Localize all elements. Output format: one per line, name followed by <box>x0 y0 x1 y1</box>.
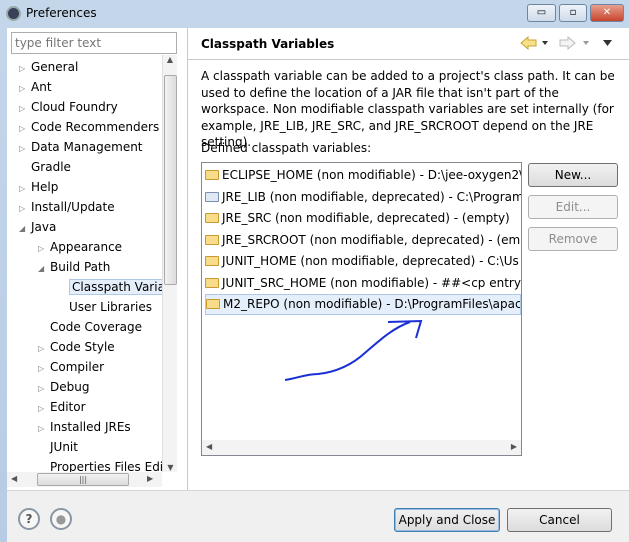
tree-item-label: Installed JREs <box>50 420 131 434</box>
collapsed-chevron-icon[interactable]: ▷ <box>19 199 31 219</box>
record-icon[interactable]: ● <box>50 508 72 530</box>
tree-item-label: Debug <box>50 380 90 394</box>
preferences-navigation: ▷General▷Ant▷Cloud Foundry▷Code Recommen… <box>7 28 187 490</box>
cancel-button[interactable]: Cancel <box>507 508 612 532</box>
tree-item-label: Data Management <box>31 140 143 154</box>
dialog-content: ▷General▷Ant▷Cloud Foundry▷Code Recommen… <box>7 28 629 542</box>
tree-item[interactable]: Properties Files Editor <box>38 457 162 472</box>
tree-item[interactable]: Gradle <box>19 157 71 177</box>
tree-item-label: Gradle <box>31 160 71 174</box>
tree-item-label: Code Recommenders <box>31 120 160 134</box>
collapsed-chevron-icon[interactable]: ▷ <box>19 79 31 99</box>
tree-item[interactable]: ▷ Data Management <box>19 137 143 157</box>
minimize-button[interactable]: ▭ <box>527 4 556 22</box>
collapsed-chevron-icon[interactable]: ▷ <box>38 359 50 379</box>
title-bar: Preferences ▭ ▫ ✕ <box>0 0 629 28</box>
tree-item-label: Install/Update <box>31 200 115 214</box>
tree-item-label: Build Path <box>50 260 111 274</box>
tree-item[interactable]: ▷ Ant <box>19 77 52 97</box>
tree-item[interactable]: Code Coverage <box>38 317 142 337</box>
scroll-thumb[interactable]: ||| <box>37 473 129 486</box>
dialog-footer: ? ● Apply and Close Cancel <box>7 490 629 542</box>
tree-vertical-scrollbar[interactable]: ▲ ▼ <box>162 55 177 472</box>
collapsed-chevron-icon[interactable]: ▷ <box>38 399 50 419</box>
tree-item[interactable]: ◢ Build Path <box>38 257 110 277</box>
tree-item[interactable]: ▷ Installed JREs <box>38 417 131 437</box>
tree-item-label: Appearance <box>50 240 123 254</box>
collapsed-chevron-icon[interactable]: ▷ <box>38 239 50 259</box>
tree-item-label: Cloud Foundry <box>31 100 118 114</box>
preferences-tree: ▷ General ▷ Ant ▷ Cloud Foundry ▷ Code Recommen… <box>7 57 162 472</box>
tree-item[interactable]: ▷ Code Recommenders <box>19 117 159 137</box>
expanded-chevron-icon[interactable]: ◢ <box>19 219 31 239</box>
tree-item[interactable]: ▷ Debug <box>38 377 89 397</box>
scroll-down-icon[interactable]: ▼ <box>163 463 178 472</box>
tree-item-label: General <box>31 60 79 74</box>
scroll-thumb[interactable] <box>164 75 177 285</box>
tree-item-label: Compiler <box>50 360 105 374</box>
tree-item-label: User Libraries <box>69 300 152 314</box>
tree-item[interactable]: ◢ Java <box>19 217 56 237</box>
tree-item[interactable]: ▷ Editor <box>38 397 86 417</box>
scroll-right-icon[interactable]: ▶ <box>147 474 153 483</box>
tree-item[interactable]: JUnit <box>38 437 78 457</box>
tree-item[interactable]: Classpath Variables <box>57 277 162 297</box>
tree-item-label: Classpath Variables <box>69 279 162 295</box>
collapsed-chevron-icon[interactable]: ▷ <box>38 419 50 439</box>
tree-item-label: Help <box>31 180 59 194</box>
expanded-chevron-icon[interactable]: ◢ <box>38 259 50 279</box>
close-button[interactable]: ✕ <box>590 4 624 22</box>
collapsed-chevron-icon[interactable]: ▷ <box>19 139 31 159</box>
collapsed-chevron-icon[interactable]: ▷ <box>19 99 31 119</box>
preference-page: Classpath Variables A classpath variable… <box>188 28 629 490</box>
tree-item[interactable]: ▷ Appearance <box>38 237 122 257</box>
collapsed-chevron-icon[interactable]: ▷ <box>38 339 50 359</box>
apply-and-close-button[interactable]: Apply and Close <box>394 508 500 532</box>
tree-item[interactable]: ▷ Compiler <box>38 357 104 377</box>
filter-input[interactable] <box>11 32 177 54</box>
tree-item[interactable]: ▷ Cloud Foundry <box>19 97 118 117</box>
tree-item-label: Code Style <box>50 340 115 354</box>
tree-item-label: Editor <box>50 400 86 414</box>
collapsed-chevron-icon[interactable]: ▷ <box>38 379 50 399</box>
tree-item[interactable]: ▷ General <box>19 57 78 77</box>
tree-horizontal-scrollbar[interactable]: ◀ ||| ▶ <box>7 472 162 487</box>
tree-item-label: Code Coverage <box>50 320 143 334</box>
tree-item-label: JUnit <box>50 440 78 454</box>
collapsed-chevron-icon[interactable]: ▷ <box>19 119 31 139</box>
tree-item[interactable]: User Libraries <box>57 297 152 317</box>
maximize-button[interactable]: ▫ <box>559 4 587 22</box>
scroll-up-icon[interactable]: ▲ <box>163 55 177 64</box>
window-title: Preferences <box>26 6 97 20</box>
collapsed-chevron-icon[interactable]: ▷ <box>19 179 31 199</box>
tree-item-label: Java <box>31 220 57 234</box>
tree-item[interactable]: ▷ Code Style <box>38 337 115 357</box>
tree-item-label: Ant <box>31 80 52 94</box>
hand-drawn-arrow-annotation <box>284 319 423 381</box>
help-icon[interactable]: ? <box>18 508 40 530</box>
tree-item-label: Properties Files Editor <box>50 460 162 472</box>
eclipse-gear-icon <box>6 6 21 21</box>
tree-item[interactable]: ▷ Help <box>19 177 58 197</box>
tree-item[interactable]: ▷ Install/Update <box>19 197 115 217</box>
collapsed-chevron-icon[interactable]: ▷ <box>19 59 31 79</box>
scroll-left-icon[interactable]: ◀ <box>11 474 17 483</box>
